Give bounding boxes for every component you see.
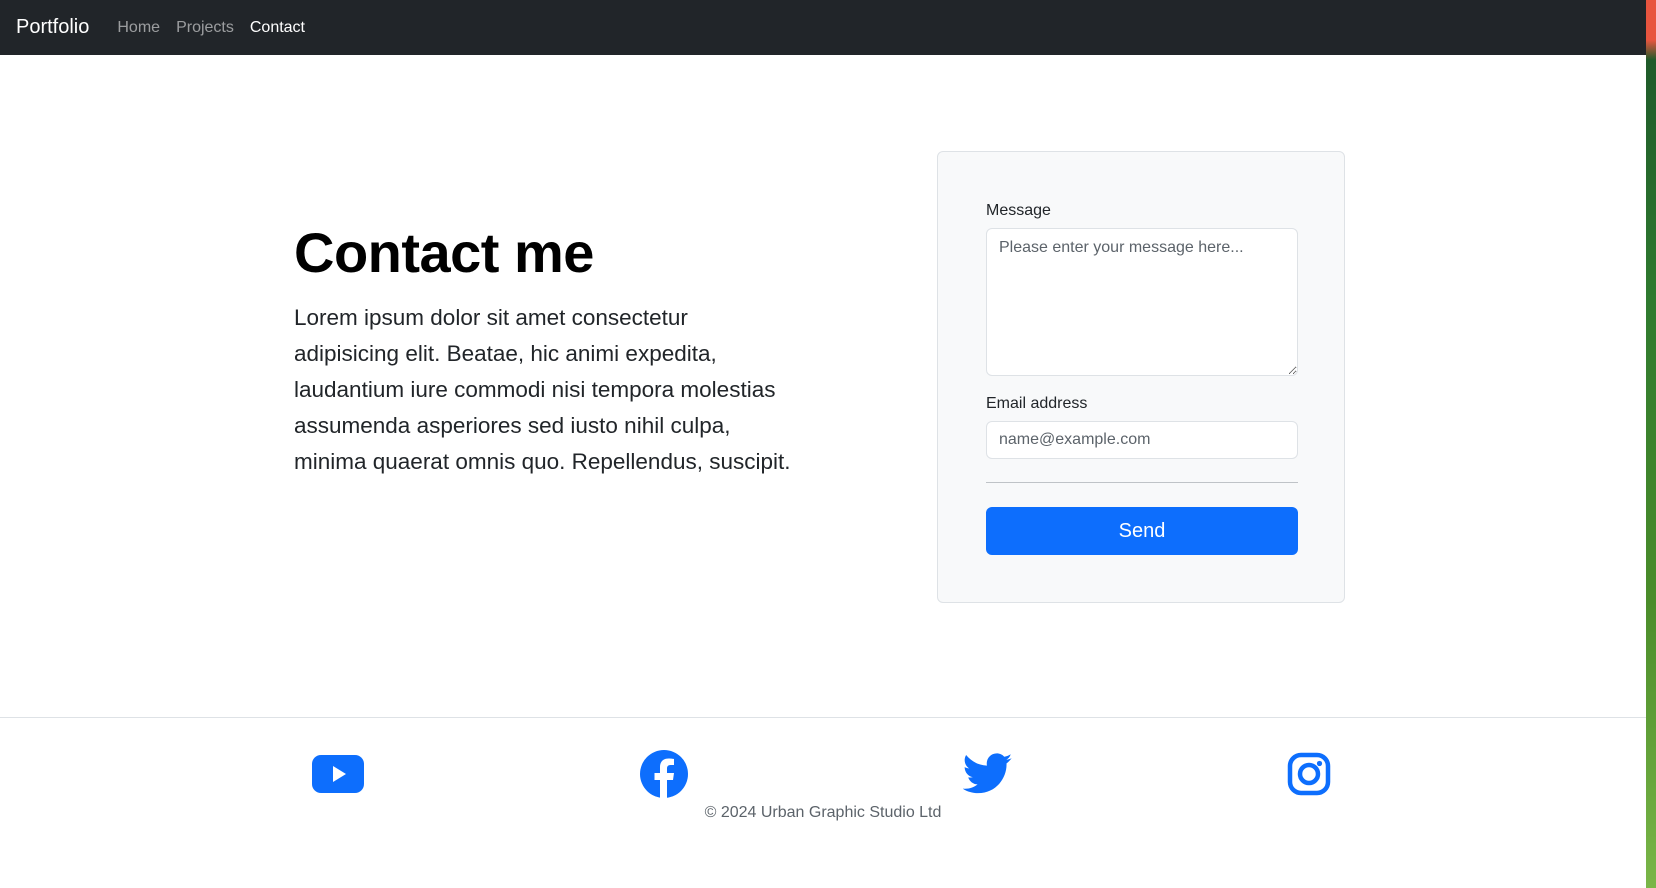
message-label: Message (986, 202, 1051, 219)
copyright-text: © 2024 Urban Graphic Studio Ltd (704, 804, 942, 821)
youtube-icon[interactable] (312, 748, 364, 800)
footer-divider (0, 717, 1646, 718)
intro-text: Lorem ipsum dolor sit amet consectetur a… (294, 305, 791, 474)
twitter-icon[interactable] (962, 748, 1014, 800)
page-title: Contact me (294, 221, 594, 284)
message-textarea[interactable] (986, 228, 1298, 376)
email-field[interactable] (986, 421, 1298, 459)
nav-link-projects[interactable]: Projects (176, 19, 234, 37)
instagram-icon[interactable] (1283, 748, 1335, 800)
brand-link[interactable]: Portfolio (16, 16, 89, 39)
nav-link-contact[interactable]: Contact (250, 19, 305, 37)
decorative-edge-strip (1646, 0, 1656, 888)
send-button[interactable]: Send (986, 507, 1298, 555)
contact-form-card: Message Email address Send (937, 151, 1345, 603)
email-label: Email address (986, 395, 1088, 412)
nav-link-home[interactable]: Home (117, 19, 160, 37)
facebook-icon[interactable] (638, 748, 690, 800)
form-divider (986, 482, 1298, 483)
navbar: Portfolio Home Projects Contact (0, 0, 1646, 55)
